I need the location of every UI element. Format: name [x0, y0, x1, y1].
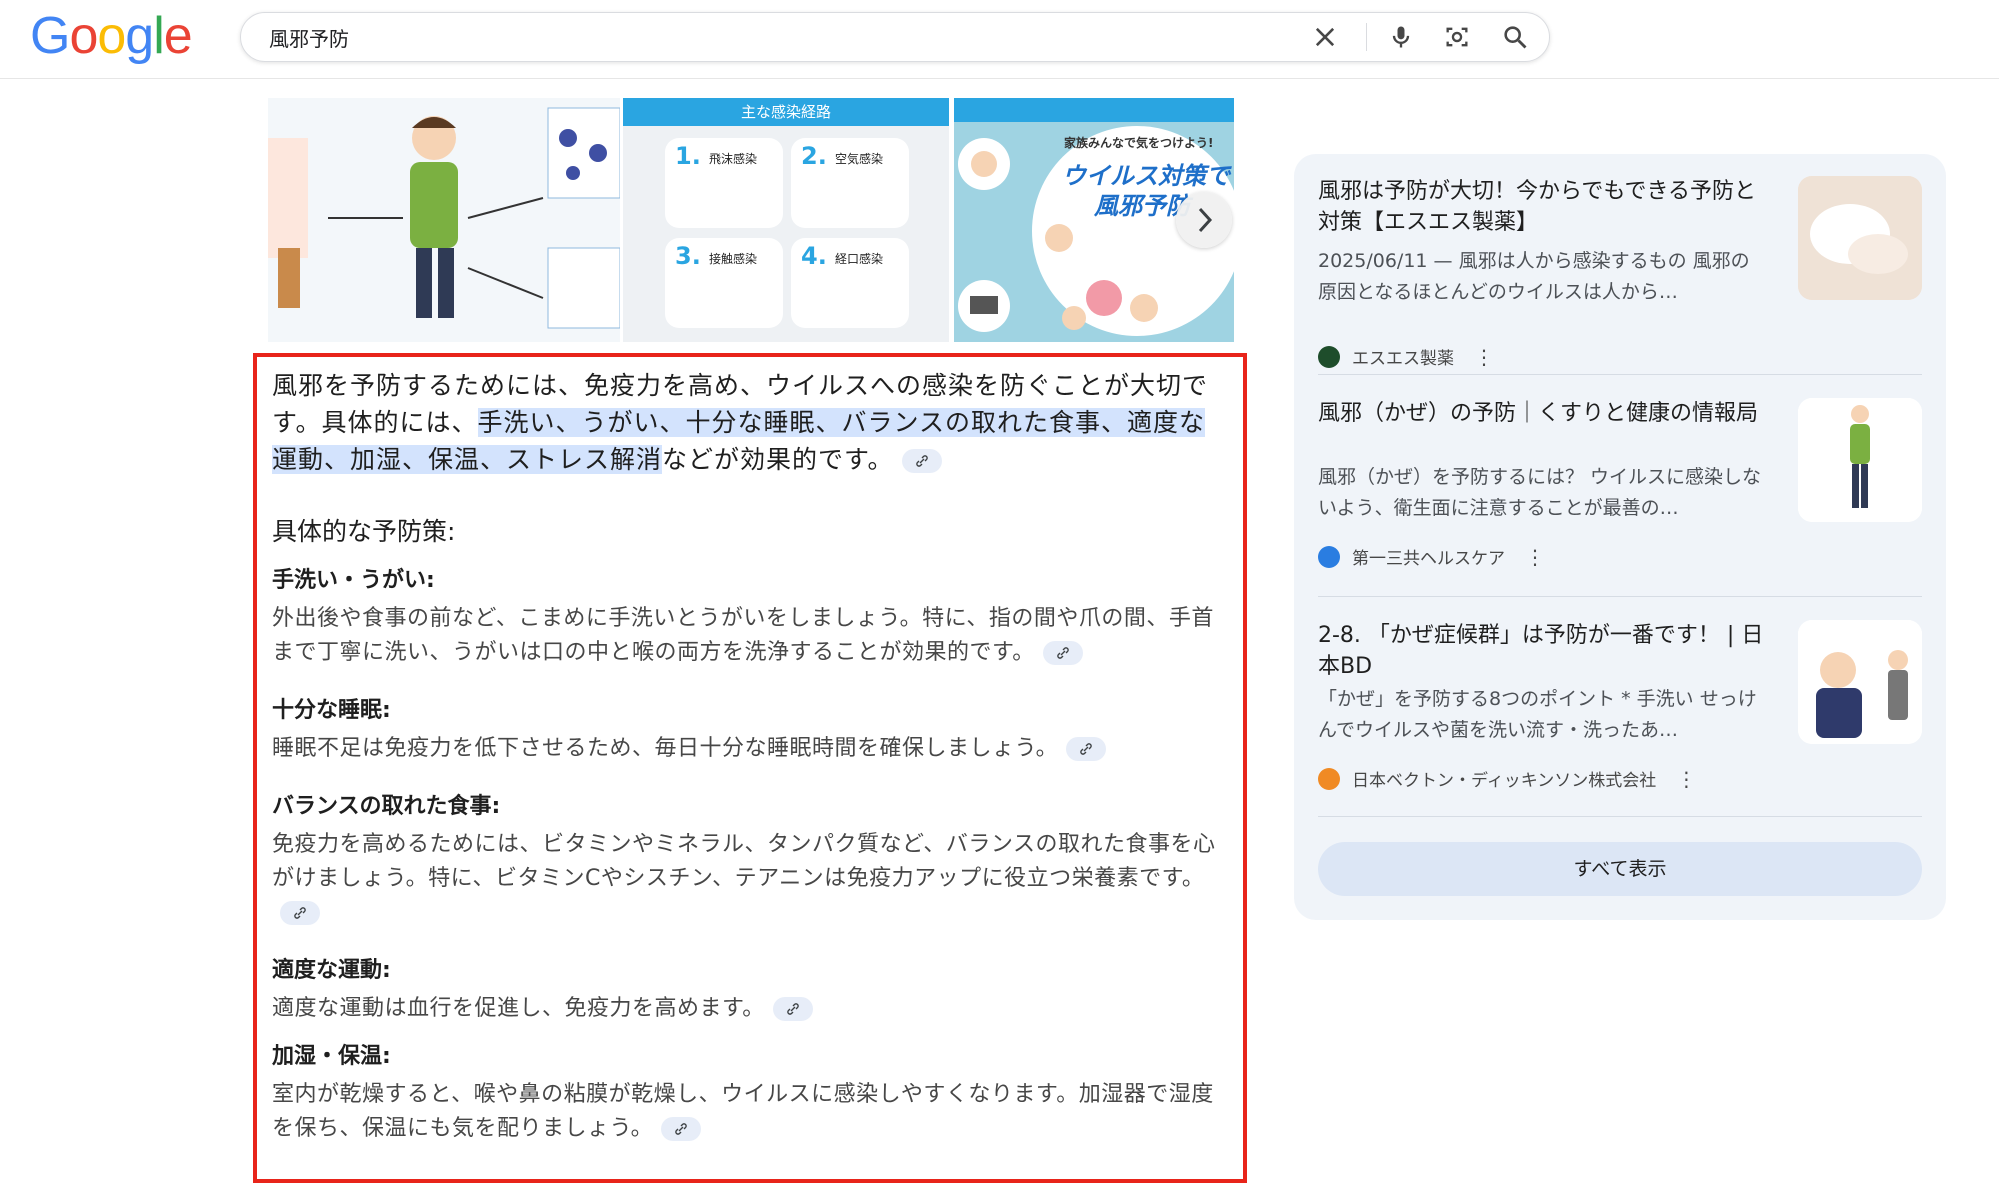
link-icon — [787, 1003, 799, 1015]
item-text-body: 室内が乾燥すると、喉や鼻の粘膜が乾燥し、ウイルスに感染しやすくなります。加湿器で… — [272, 1082, 1214, 1141]
source-snippet: 2025/06/11 — 風邪は人から感染するもの 風邪の原因となるほとんどのウ… — [1318, 250, 1750, 303]
search-divider — [1366, 23, 1367, 51]
search-header: Google 風邪予防 — [0, 0, 1999, 79]
link-icon — [1080, 743, 1092, 755]
section-title: 具体的な予防策: — [272, 517, 456, 546]
item-title: 十分な睡眠: — [272, 698, 391, 723]
card-divider — [1318, 374, 1922, 375]
link-icon — [294, 907, 306, 919]
item-text-body: 適度な運動は血行を促進し、免疫力を高めます。 — [272, 996, 765, 1021]
item-title: バランスの取れた食事: — [272, 794, 501, 819]
route-card: 1. 飛沫感染 — [665, 138, 783, 228]
source-card[interactable]: 風邪は予防が大切！今からでもできる予防と対策【エスエス製薬】 2025/06/1… — [1318, 176, 1922, 376]
logo-letter: o — [97, 7, 126, 65]
source-link-chip[interactable] — [661, 1117, 702, 1141]
source-site[interactable]: 第一三共ヘルスケア ⋮ — [1318, 544, 1545, 569]
logo-letter: g — [125, 7, 154, 65]
link-icon — [915, 455, 928, 467]
item-title: 加湿・保温: — [272, 1044, 391, 1069]
source-title[interactable]: 風邪（かぜ）の予防｜くすりと健康の情報局 — [1318, 398, 1768, 429]
source-link-chip[interactable] — [280, 901, 320, 925]
site-favicon-icon — [1318, 767, 1340, 790]
image-infection-routes[interactable]: 主な感染経路 1. 飛沫感染 2. 空気感染 3. 接触感染 4. 経口感染 — [623, 98, 949, 342]
route-card: 4. 経口感染 — [791, 238, 909, 328]
source-site[interactable]: 日本ベクトン・ディッキンソン株式会社 ⋮ — [1318, 766, 1696, 791]
logo-letter: e — [163, 7, 193, 65]
route-card: 2. 空気感染 — [791, 138, 909, 228]
source-link-chip[interactable] — [901, 449, 942, 473]
source-link-chip[interactable] — [1042, 641, 1083, 665]
logo-letter: o — [69, 7, 98, 65]
source-site-name: 日本ベクトン・ディッキンソン株式会社 — [1352, 771, 1657, 791]
item-title: 適度な運動: — [272, 958, 391, 983]
image-infection-illustration[interactable] — [268, 98, 620, 342]
show-all-button[interactable]: すべて表示 — [1318, 842, 1922, 896]
card-divider — [1318, 816, 1922, 817]
item-text: 適度な運動は血行を促進し、免疫力を高めます。 — [272, 992, 1227, 1026]
source-link-chip[interactable] — [772, 997, 813, 1021]
image-top-band — [954, 98, 1234, 122]
item-title: 手洗い・うがい: — [272, 568, 435, 593]
chevron-right-icon — [1198, 207, 1213, 233]
answer-lead: 風邪を予防するためには、免疫力を高め、ウイルスへの感染を防ぐことが大切です。具体… — [272, 367, 1227, 478]
item-text: 外出後や食事の前など、こまめに手洗いとうがいをしましょう。特に、指の間や爪の間、… — [272, 602, 1227, 670]
source-card[interactable]: 2-8. 「かぜ症候群」は予防が一番です！ | 日本BD 「かぜ」を予防する8つ… — [1318, 620, 1922, 820]
search-icon[interactable] — [1501, 23, 1529, 51]
close-icon[interactable] — [1311, 23, 1339, 51]
logo-letter: l — [153, 7, 165, 65]
source-link-chip[interactable] — [1066, 737, 1107, 761]
source-site-name: 第一三共ヘルスケア — [1352, 549, 1505, 569]
item-text-body: 免疫力を高めるためには、ビタミンやミネラル、タンパク質など、バランスの取れた食事… — [272, 832, 1216, 891]
source-site[interactable]: エスエス製薬 ⋮ — [1318, 344, 1494, 369]
item-text-body: 睡眠不足は免疫力を低下させるため、毎日十分な睡眠時間を確保しましょう。 — [272, 736, 1059, 761]
source-thumbnail[interactable] — [1798, 620, 1922, 744]
source-card[interactable]: 風邪（かぜ）の予防｜くすりと健康の情報局 風邪（かぜ）を予防するには？ ウイルス… — [1318, 398, 1922, 598]
route-card: 3. 接触感染 — [665, 238, 783, 328]
source-title[interactable]: 風邪は予防が大切！今からでもできる予防と対策【エスエス製薬】 — [1318, 176, 1768, 238]
source-thumbnail[interactable] — [1798, 398, 1922, 522]
mic-icon[interactable] — [1387, 23, 1415, 51]
site-favicon-icon — [1318, 545, 1340, 568]
item-text: 室内が乾燥すると、喉や鼻の粘膜が乾燥し、ウイルスに感染しやすくなります。加湿器で… — [272, 1078, 1227, 1146]
source-thumbnail[interactable] — [1798, 176, 1922, 300]
more-vert-icon[interactable]: ⋮ — [1676, 767, 1696, 791]
ai-overview-answer: 風邪を予防するためには、免疫力を高め、ウイルスへの感染を防ぐことが大切です。具体… — [253, 353, 1247, 1183]
item-text: 睡眠不足は免疫力を低下させるため、毎日十分な睡眠時間を確保しましょう。 — [272, 732, 1227, 766]
logo-letter: G — [30, 7, 70, 65]
source-title[interactable]: 2-8. 「かぜ症候群」は予防が一番です！ | 日本BD — [1318, 620, 1768, 682]
google-logo[interactable]: Google — [30, 7, 193, 65]
card-divider — [1318, 596, 1922, 597]
image-carousel: 主な感染経路 1. 飛沫感染 2. 空気感染 3. 接触感染 4. 経口感染 家… — [268, 98, 1234, 342]
search-input[interactable]: 風邪予防 — [269, 23, 349, 52]
source-snippet: 「かぜ」を予防する8つのポイント * 手洗い せっけんでウイルスや菌を洗い流す・… — [1318, 688, 1757, 741]
camera-lens-icon[interactable] — [1443, 23, 1471, 51]
link-icon — [675, 1123, 687, 1135]
image-header-text: 主な感染経路 — [623, 98, 949, 126]
item-text: 免疫力を高めるためには、ビタミンやミネラル、タンパク質など、バランスの取れた食事… — [272, 828, 1227, 930]
site-favicon-icon — [1318, 345, 1340, 368]
lead-text-end: などが効果的です。 — [662, 445, 894, 474]
more-vert-icon[interactable]: ⋮ — [1474, 345, 1494, 369]
source-snippet: 風邪（かぜ）を予防するには？ ウイルスに感染しないよう、衛生面に注意することが最… — [1318, 466, 1762, 519]
more-vert-icon[interactable]: ⋮ — [1525, 545, 1545, 569]
sources-panel: 風邪は予防が大切！今からでもできる予防と対策【エスエス製薬】 2025/06/1… — [1294, 154, 1946, 920]
source-site-name: エスエス製薬 — [1352, 349, 1454, 369]
carousel-next-button[interactable] — [1176, 192, 1232, 248]
search-box[interactable]: 風邪予防 — [240, 12, 1550, 62]
link-icon — [1057, 647, 1069, 659]
